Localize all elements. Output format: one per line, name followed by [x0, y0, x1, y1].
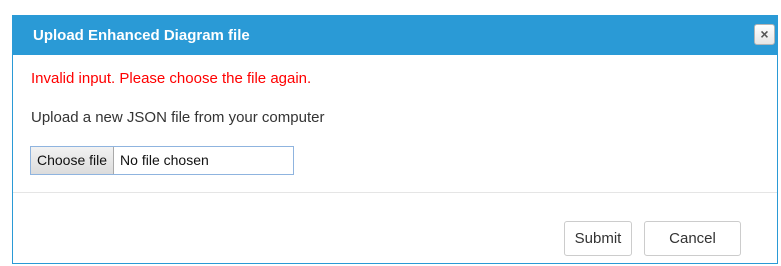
upload-instruction: Upload a new JSON file from your compute… — [31, 109, 325, 126]
submit-button[interactable]: Submit — [564, 221, 632, 256]
dialog-titlebar: Upload Enhanced Diagram file × — [12, 15, 778, 55]
cancel-button[interactable]: Cancel — [644, 221, 741, 256]
upload-dialog: Upload Enhanced Diagram file × Invalid i… — [12, 15, 778, 264]
choose-file-button[interactable]: Choose file — [31, 147, 115, 174]
close-icon: × — [760, 26, 769, 42]
dialog-title: Upload Enhanced Diagram file — [33, 27, 250, 44]
footer-divider — [13, 192, 777, 193]
file-input[interactable]: Choose file No file chosen — [30, 146, 294, 175]
file-status-text: No file chosen — [120, 152, 209, 168]
error-message: Invalid input. Please choose the file ag… — [31, 70, 312, 87]
close-button[interactable]: × — [754, 24, 775, 45]
